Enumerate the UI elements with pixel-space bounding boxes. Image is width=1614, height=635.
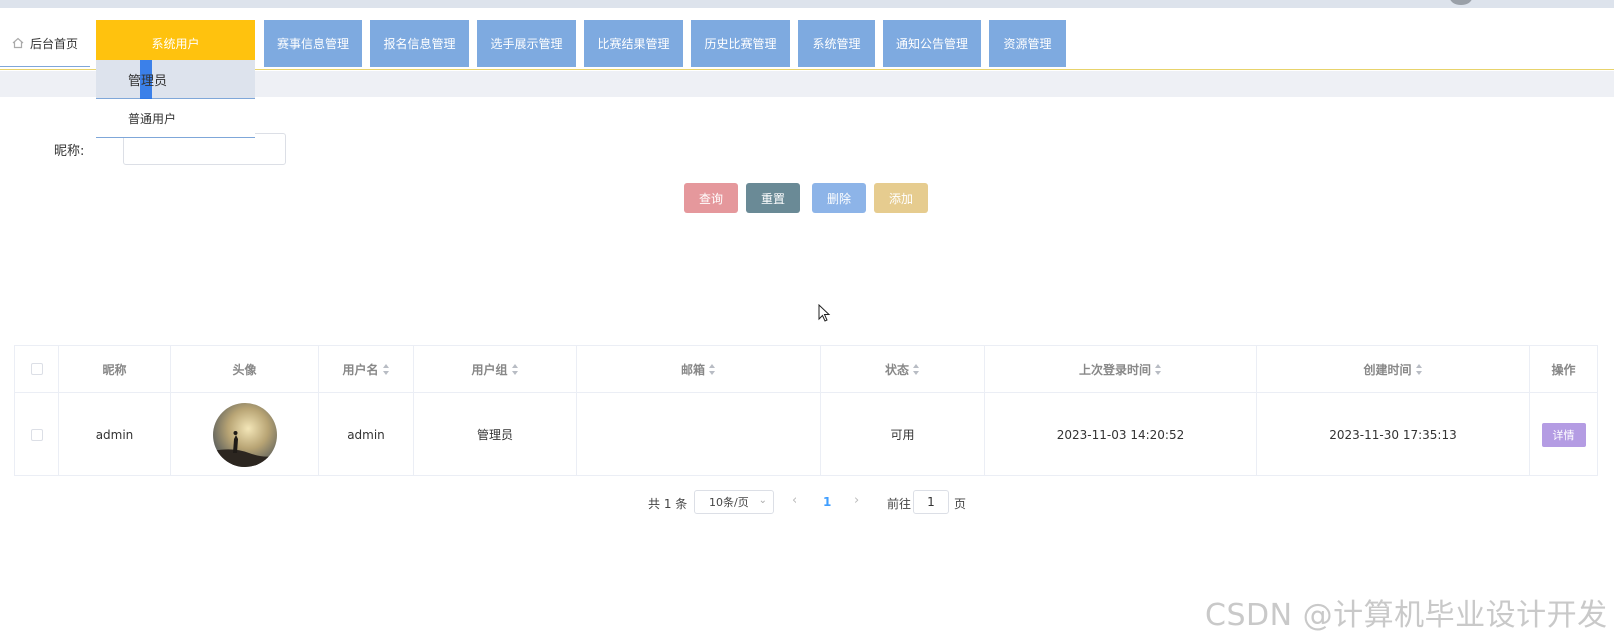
dropdown-item-admin-label: 管理员 <box>128 73 168 89</box>
home-label: 后台首页 <box>30 36 79 51</box>
header-nickname: 昵称 <box>59 346 171 392</box>
menu-system-admin[interactable]: 系统管理 <box>798 20 875 67</box>
watermark: CSDN @计算机毕业设计开发 <box>1205 598 1608 633</box>
query-button[interactable]: 查询 <box>684 183 738 213</box>
sort-icon[interactable] <box>1415 363 1423 375</box>
page-number-current[interactable]: 1 <box>823 495 831 509</box>
dropdown-item-normal-user-label: 普通用户 <box>128 111 177 126</box>
page-size-select[interactable]: 10条/页 ⌄ <box>694 490 774 514</box>
table-row: admin admin 管理员 可用 2023-11-03 14:20:52 2… <box>15 393 1597 476</box>
cell-avatar <box>171 393 319 476</box>
home-icon <box>12 37 24 49</box>
detail-button[interactable]: 详情 <box>1541 422 1586 447</box>
delete-button[interactable]: 删除 <box>812 183 866 213</box>
pagination-total: 共 1 条 <box>648 497 688 511</box>
sort-icon[interactable] <box>1155 363 1162 375</box>
cell-group: 管理员 <box>414 393 577 476</box>
sort-icon[interactable] <box>511 363 519 375</box>
header-created[interactable]: 创建时间 <box>1257 346 1530 392</box>
next-page-icon[interactable]: › <box>854 493 859 508</box>
header-status-label: 状态 <box>884 362 909 377</box>
avatar-corner <box>1450 0 1472 5</box>
add-button[interactable]: 添加 <box>874 183 928 213</box>
header-nickname-label: 昵称 <box>102 362 127 377</box>
cell-nickname: admin <box>59 393 171 476</box>
goto-page-input[interactable]: 1 <box>913 490 949 514</box>
top-strip <box>0 0 1614 8</box>
select-all-cell <box>15 346 59 392</box>
header-created-label: 创建时间 <box>1363 362 1412 377</box>
table-header: 昵称 头像 用户名 用户组 邮箱 状态 上次登录时间 创建时间 操作 <box>15 346 1597 393</box>
menu-history-matches[interactable]: 历史比赛管理 <box>691 20 790 67</box>
header-avatar: 头像 <box>171 346 319 392</box>
select-all-checkbox[interactable] <box>30 363 43 375</box>
cell-actions: 详情 <box>1530 393 1597 476</box>
header-email-label: 邮箱 <box>680 362 705 377</box>
page-unit-label: 页 <box>954 497 967 511</box>
page-size-value: 10条/页 <box>709 496 749 509</box>
header-last-login[interactable]: 上次登录时间 <box>985 346 1257 392</box>
row-checkbox[interactable] <box>30 428 43 441</box>
header-actions-label: 操作 <box>1551 362 1576 377</box>
avatar-image <box>212 402 277 467</box>
header-username-label: 用户名 <box>342 362 379 377</box>
sort-icon[interactable] <box>382 363 390 375</box>
goto-label: 前往 <box>887 497 912 511</box>
menu-player-showcase[interactable]: 选手展示管理 <box>477 20 576 67</box>
header-username[interactable]: 用户名 <box>319 346 414 392</box>
home-link[interactable]: 后台首页 <box>0 20 90 67</box>
system-users-dropdown: 管理员 普通用户 <box>96 60 255 138</box>
nickname-label: 昵称: <box>54 144 85 159</box>
header-group-label: 用户组 <box>471 362 508 377</box>
pagination: 共 1 条 10条/页 ⌄ ‹ 1 › 前往 1 页 <box>0 490 1614 514</box>
header-avatar-label: 头像 <box>232 362 257 377</box>
users-table: 昵称 头像 用户名 用户组 邮箱 状态 上次登录时间 创建时间 操作 admin <box>14 345 1598 476</box>
mouse-pointer-icon <box>818 304 831 322</box>
menu-registration[interactable]: 报名信息管理 <box>370 20 469 67</box>
cell-status: 可用 <box>821 393 985 476</box>
prev-page-icon[interactable]: ‹ <box>792 493 797 508</box>
chevron-down-icon: ⌄ <box>758 495 767 506</box>
cell-created: 2023-11-30 17:35:13 <box>1257 393 1530 476</box>
cell-last-login: 2023-11-03 14:20:52 <box>985 393 1257 476</box>
dropdown-item-normal-user[interactable]: 普通用户 <box>96 99 255 138</box>
header-actions: 操作 <box>1530 346 1597 392</box>
avatar <box>212 402 277 467</box>
sort-icon[interactable] <box>913 363 920 375</box>
menu-event-info[interactable]: 赛事信息管理 <box>264 20 362 67</box>
cell-email <box>577 393 821 476</box>
header-group[interactable]: 用户组 <box>414 346 577 392</box>
dropdown-item-admin[interactable]: 管理员 <box>96 60 255 99</box>
row-select-cell <box>15 393 59 476</box>
cell-username: admin <box>319 393 414 476</box>
menu-resources[interactable]: 资源管理 <box>989 20 1066 67</box>
header-status[interactable]: 状态 <box>821 346 985 392</box>
header-last-login-label: 上次登录时间 <box>1078 362 1151 377</box>
header-email[interactable]: 邮箱 <box>577 346 821 392</box>
menu-notices[interactable]: 通知公告管理 <box>883 20 981 67</box>
menu-match-results[interactable]: 比赛结果管理 <box>584 20 683 67</box>
reset-button[interactable]: 重置 <box>746 183 800 213</box>
sort-icon[interactable] <box>709 363 716 375</box>
